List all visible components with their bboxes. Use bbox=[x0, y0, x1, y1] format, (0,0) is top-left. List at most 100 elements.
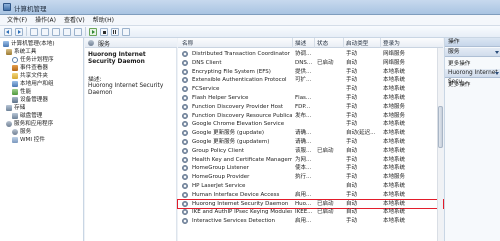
service-desc-cell: IKEE... bbox=[295, 209, 313, 216]
column-divider[interactable] bbox=[343, 38, 344, 48]
service-row[interactable]: Health Key and Certificate Management 为网.… bbox=[178, 156, 443, 164]
tree-item-performance[interactable]: 性能 bbox=[12, 88, 31, 96]
tree-item-event-viewer[interactable]: 事件查看器 bbox=[12, 64, 48, 72]
computer-management-icon bbox=[3, 3, 11, 11]
service-startup-cell: 手动 bbox=[346, 68, 358, 75]
restart-service-icon[interactable] bbox=[122, 27, 130, 36]
column-divider[interactable] bbox=[314, 38, 315, 48]
service-name-cell: HomeGroup Provider bbox=[192, 174, 250, 181]
column-divider[interactable] bbox=[380, 38, 381, 48]
gear-icon bbox=[182, 95, 188, 101]
more-actions-link[interactable]: 更多操作 bbox=[448, 80, 470, 88]
service-status-cell: 已启动 bbox=[317, 209, 334, 216]
service-desc-cell: DNS... bbox=[295, 59, 313, 66]
vertical-scrollbar[interactable] bbox=[437, 48, 443, 241]
service-row[interactable]: Human Interface Device Access 启用... 手动 本地系统 bbox=[178, 191, 443, 199]
column-logon-as[interactable]: 登录为 bbox=[383, 39, 400, 47]
service-desc-cell: 使本... bbox=[295, 165, 312, 172]
menu-bar: 文件(F) 操作(A) 查看(V) 帮助(H) bbox=[0, 15, 500, 26]
service-name-cell: Group Policy Client bbox=[192, 147, 244, 154]
column-description[interactable]: 描述 bbox=[295, 39, 306, 47]
back-icon[interactable] bbox=[4, 27, 12, 36]
tree-item-services[interactable]: 服务 bbox=[12, 128, 31, 136]
column-status[interactable]: 状态 bbox=[317, 39, 328, 47]
service-startup-cell: 手动 bbox=[346, 77, 358, 84]
more-actions-link[interactable]: 更多操作 bbox=[448, 59, 470, 67]
actions-group-services[interactable]: 服务 bbox=[445, 48, 500, 57]
column-startup-type[interactable]: 启动类型 bbox=[346, 39, 368, 47]
menu-view[interactable]: 查看(V) bbox=[60, 15, 89, 25]
wmi-icon bbox=[12, 137, 18, 143]
properties-icon[interactable] bbox=[52, 27, 60, 36]
title-bar: 计算机管理 bbox=[0, 0, 500, 15]
service-startup-cell: 手动 bbox=[346, 95, 358, 101]
service-row[interactable]: HomeGroup Provider 执行... 手动 本地服务 bbox=[178, 173, 443, 181]
service-row-selected[interactable]: Huorong Internet Security Daemon Huo... 已启… bbox=[177, 198, 444, 209]
export-list-icon[interactable] bbox=[63, 27, 71, 36]
tree-item-wmi-control[interactable]: WMI 控件 bbox=[12, 136, 45, 144]
service-row[interactable]: Google Chrome Elevation Service 手动 本地系统 bbox=[178, 120, 443, 128]
service-logon-cell: 本地系统 bbox=[383, 165, 406, 172]
storage-icon bbox=[6, 105, 12, 111]
service-desc-cell: 提供... bbox=[295, 68, 312, 75]
tree-item-label: 存储 bbox=[14, 105, 26, 111]
service-name-cell: IKE and AuthIP IPsec Keying Modules bbox=[192, 209, 292, 216]
collapse-arrow-icon[interactable] bbox=[495, 51, 499, 54]
start-service-icon[interactable] bbox=[89, 27, 97, 36]
service-row[interactable]: HP LaserJet Service 自动 本地系统 bbox=[178, 182, 443, 190]
service-row[interactable]: IKE and AuthIP IPsec Keying Modules IKEE.… bbox=[178, 208, 443, 216]
tree-item-disk-management[interactable]: 磁盘管理 bbox=[12, 112, 42, 120]
service-logon-cell: 本地服务 bbox=[383, 174, 406, 181]
service-name-cell: FCService bbox=[192, 86, 220, 93]
tree-item-services-and-apps[interactable]: 服务和应用程序 bbox=[6, 120, 53, 128]
pause-service-icon[interactable] bbox=[111, 27, 119, 36]
up-folder-icon[interactable] bbox=[30, 27, 38, 36]
tree-item-task-scheduler[interactable]: 任务计划程序 bbox=[12, 56, 54, 64]
menu-help[interactable]: 帮助(H) bbox=[89, 15, 118, 25]
tree-item-device-manager[interactable]: 设备管理器 bbox=[12, 96, 48, 104]
service-name-cell: Health Key and Certificate Management bbox=[192, 156, 292, 163]
actions-group-huorong[interactable]: Huorong Internet Secu... bbox=[445, 69, 500, 85]
service-row[interactable]: Encrypting File System (EFS) 提供... 手动 本地系统 bbox=[178, 68, 443, 76]
gear-icon bbox=[182, 59, 188, 66]
service-row[interactable]: FCService 手动 本地系统 bbox=[178, 85, 443, 93]
service-name-cell: Flash Helper Service bbox=[192, 95, 249, 101]
gear-icon bbox=[182, 77, 188, 84]
scrollbar-thumb[interactable] bbox=[438, 106, 443, 148]
gear-icon bbox=[182, 218, 188, 225]
service-row[interactable]: Interactive Services Detection 启用... 手动 本地系… bbox=[178, 217, 443, 225]
menu-file[interactable]: 文件(F) bbox=[3, 15, 31, 25]
tree-item-computer-management[interactable]: 计算机管理(本地) bbox=[3, 40, 55, 48]
tree-item-local-users[interactable]: 本地用户和组 bbox=[12, 80, 54, 88]
service-row[interactable]: DNS Client DNS... 已启动 自动 网络服务 bbox=[178, 59, 443, 67]
column-name[interactable]: 名称 bbox=[182, 39, 193, 47]
forward-icon[interactable] bbox=[15, 27, 23, 36]
collapse-arrow-icon[interactable] bbox=[495, 72, 499, 75]
service-row[interactable]: Group Policy Client 该服... 已启动 自动 本地系统 bbox=[178, 147, 443, 155]
service-desc-cell: 该服... bbox=[295, 147, 312, 154]
gear-icon bbox=[182, 209, 188, 216]
tree-item-storage[interactable]: 存储 bbox=[6, 104, 25, 112]
actions-group-label: 服务 bbox=[448, 49, 460, 55]
service-row[interactable]: HomeGroup Listener 使本... 手动 本地系统 bbox=[178, 164, 443, 172]
tree-item-shared-folders[interactable]: 共享文件夹 bbox=[12, 72, 48, 80]
tree-item-system-tools[interactable]: 系统工具 bbox=[6, 48, 36, 56]
service-row[interactable]: Function Discovery Resource Publicati...… bbox=[178, 112, 443, 120]
service-row[interactable]: Google 更新服务 (gupdatem) 请确... 手动 本地系统 bbox=[178, 138, 443, 146]
service-name-cell: Google 更新服务 (gupdate) bbox=[192, 130, 265, 137]
service-row[interactable]: Distributed Transaction Coordinator 协调...… bbox=[178, 50, 443, 58]
show-tree-icon[interactable] bbox=[41, 27, 49, 36]
service-logon-cell: 本地系统 bbox=[383, 209, 406, 216]
help-icon[interactable] bbox=[74, 27, 82, 36]
gear-icon bbox=[182, 103, 188, 110]
users-icon bbox=[12, 81, 18, 87]
stop-service-icon[interactable] bbox=[100, 27, 108, 36]
service-row[interactable]: Flash Helper Service Flas... 手动 本地系统 bbox=[178, 94, 443, 102]
service-desc-cell: 启用... bbox=[295, 191, 312, 198]
service-row[interactable]: Google 更新服务 (gupdate) 请确... 自动(延迟... 本地系统 bbox=[178, 129, 443, 137]
menu-action[interactable]: 操作(A) bbox=[31, 15, 60, 25]
service-row[interactable]: Extensible Authentication Protocol 可扩... 手… bbox=[178, 76, 443, 84]
service-row[interactable]: Function Discovery Provider Host FDP... 手动… bbox=[178, 103, 443, 111]
column-divider[interactable] bbox=[292, 38, 293, 48]
tree-item-label: 磁盘管理 bbox=[20, 113, 43, 119]
